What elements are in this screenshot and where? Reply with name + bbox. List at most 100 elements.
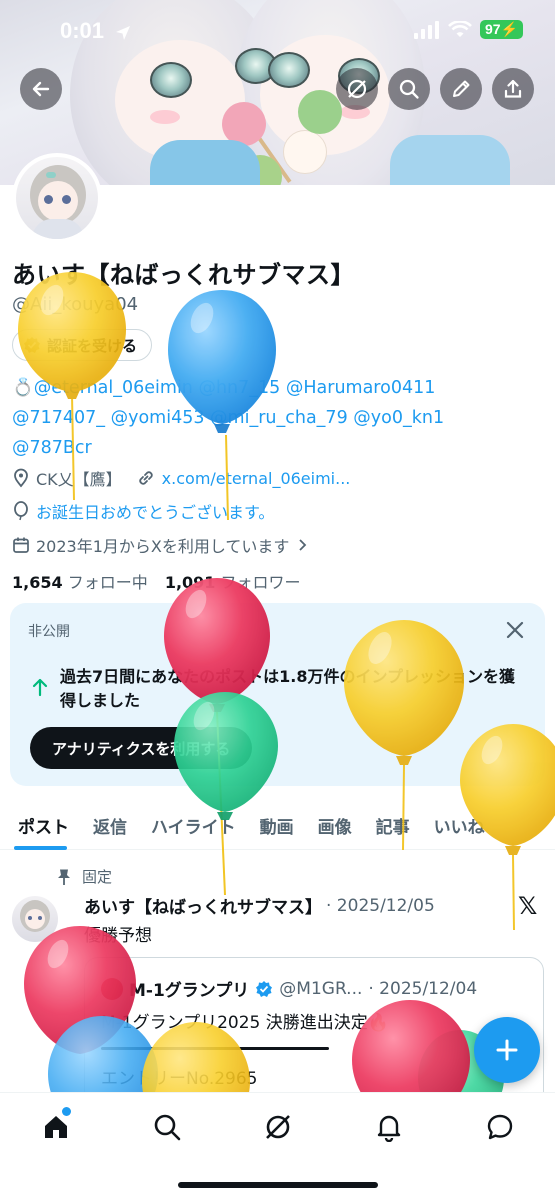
banner-art-eye [150, 62, 192, 98]
grok-icon [266, 1115, 290, 1139]
nav-notifications[interactable] [369, 1107, 409, 1147]
verified-badge-icon [256, 980, 273, 997]
follow-stats: 1,654 フォロー中 1,091 フォロワー [12, 569, 301, 593]
pin-icon [58, 869, 70, 885]
nav-grok[interactable] [258, 1107, 298, 1147]
nav-home[interactable] [36, 1107, 76, 1147]
chevron-right-icon [299, 539, 307, 551]
compose-post-button[interactable] [474, 1017, 540, 1083]
quoted-post-divider [101, 1047, 329, 1050]
tab-posts[interactable]: ポスト [0, 800, 81, 850]
followers-label: フォロワー [220, 573, 301, 592]
use-analytics-button[interactable]: アナリティクスを利用する [30, 727, 253, 769]
bio-mentions-line[interactable]: @717407_ @yomi453 @mi_ru_cha_79 @yo0_kn1 [12, 403, 542, 433]
pinned-label: 固定 [82, 868, 113, 886]
quoted-post-date: · 2025/12/04 [368, 978, 478, 999]
impressions-message: 過去7日間にあなたのポストは1.8万件のインプレッションを獲得しました [60, 667, 515, 710]
bio-mentions-line[interactable]: @787Bcr [12, 433, 542, 463]
search-icon [154, 1114, 181, 1141]
nav-search[interactable] [147, 1107, 187, 1147]
quoted-post-text: M-1グランプリ2025 決勝進出決定🔥 [101, 1013, 389, 1033]
arrow-up-icon [32, 678, 48, 697]
close-icon[interactable] [503, 618, 527, 642]
banner-art-dango-green [298, 90, 342, 134]
search-icon [399, 79, 419, 99]
following-link[interactable]: 1,654 フォロー中 [12, 573, 148, 592]
battery-level: 97 [484, 21, 501, 37]
profile-tabs: ポスト 返信 ハイライト 動画 画像 記事 いいね [0, 800, 555, 850]
get-verified-label: 認証を受ける [47, 336, 138, 355]
calendar-icon [13, 537, 29, 553]
profile-location: CK乂【鷹】 [36, 470, 122, 489]
link-icon [138, 471, 153, 485]
followers-count: 1,091 [164, 573, 216, 592]
signal-icon [413, 20, 439, 39]
share-button[interactable] [492, 68, 534, 110]
bio-mentions-line[interactable]: @eternal_06eimin @hn7_15 @Harumaro0411 [34, 378, 436, 398]
birthday-text[interactable]: お誕生日おめでとうございます。 [36, 499, 274, 523]
battery-indicator: 97⚡ [479, 20, 523, 39]
grok-button[interactable] [336, 68, 378, 110]
location-arrow-icon [116, 26, 130, 40]
quoted-post-subtext: エントリーNo.2965 [101, 1069, 258, 1089]
search-button[interactable] [388, 68, 430, 110]
tab-articles[interactable]: 記事 [364, 800, 422, 850]
status-indicators: 97⚡ [413, 20, 523, 39]
slashed-circle-icon [347, 79, 367, 99]
bell-icon [377, 1115, 401, 1142]
status-time: 0:01 [60, 18, 105, 43]
notification-dot [62, 1107, 71, 1116]
profile-meta-row: CK乂【鷹】 x.com/eternal_06eimi... [12, 466, 350, 490]
verified-badge-icon [24, 337, 40, 353]
banner-art-clothes [150, 140, 260, 185]
back-button[interactable] [20, 68, 62, 110]
profile-handle: @Aii_kouya04 [12, 294, 139, 315]
followers-link[interactable]: 1,091 フォロワー [165, 573, 301, 592]
quoted-post-header: M-1グランプリ @M1GR... · 2025/12/04 [101, 976, 477, 1001]
home-icon [45, 1116, 67, 1138]
banner-art-clothes [390, 135, 510, 185]
post-header: あいす【ねばっくれサブマス】 · 2025/12/05 [84, 893, 435, 919]
messages-icon [487, 1114, 513, 1140]
following-label: フォロー中 [67, 573, 148, 592]
pinned-indicator: 固定 [56, 866, 112, 887]
arrow-left-icon [32, 81, 50, 97]
avatar-image [16, 157, 98, 239]
tab-replies[interactable]: 返信 [81, 800, 139, 850]
tab-highlights[interactable]: ハイライト [139, 800, 248, 850]
wifi-icon [448, 20, 472, 37]
post-text: 優勝予想 [84, 926, 152, 946]
profile-website-link[interactable]: x.com/eternal_06eimi... [162, 469, 351, 488]
tab-likes[interactable]: いいね [422, 800, 497, 850]
banner-art-dango-white [283, 130, 327, 174]
post-author-name[interactable]: あいす【ねばっくれサブマス】 [84, 893, 322, 918]
plus-icon [496, 1039, 518, 1061]
m1-avatar [101, 977, 123, 1000]
ring-emoji: 💍 [12, 378, 34, 398]
home-indicator [178, 1182, 378, 1188]
quoted-author-handle: @M1GR... [279, 978, 363, 999]
tab-videos[interactable]: 動画 [248, 800, 306, 850]
joined-row[interactable]: 2023年1月からXを利用しています [12, 533, 309, 557]
post-author-avatar[interactable] [12, 896, 58, 942]
location-pin-icon [14, 468, 28, 488]
following-count: 1,654 [12, 573, 63, 592]
profile-avatar[interactable] [12, 153, 102, 243]
balloon-icon [14, 501, 28, 521]
share-upload-icon [504, 79, 522, 98]
private-label: 非公開 [28, 624, 70, 640]
private-analytics-card: 非公開 過去7日間にあなたのポストは1.8万件のインプレッションを獲得しました … [10, 603, 545, 786]
profile-bio: 💍@eternal_06eimin @hn7_15 @Harumaro0411 … [12, 373, 542, 463]
pencil-icon [453, 80, 470, 97]
banner-art-cheek [150, 110, 180, 124]
profile-name: あいす【ねばっくれサブマス】 [12, 261, 355, 289]
banner-art-eye [268, 52, 310, 88]
edit-button[interactable] [440, 68, 482, 110]
get-verified-button[interactable]: 認証を受ける [12, 329, 153, 361]
x-logo-icon: 𝕏 [518, 892, 538, 920]
tab-photos[interactable]: 画像 [306, 800, 364, 850]
post-date[interactable]: · 2025/12/05 [326, 896, 435, 916]
joined-date: 2023年1月からXを利用しています [36, 537, 290, 556]
quoted-author-name: M-1グランプリ [129, 981, 250, 1001]
nav-messages[interactable] [480, 1107, 520, 1147]
